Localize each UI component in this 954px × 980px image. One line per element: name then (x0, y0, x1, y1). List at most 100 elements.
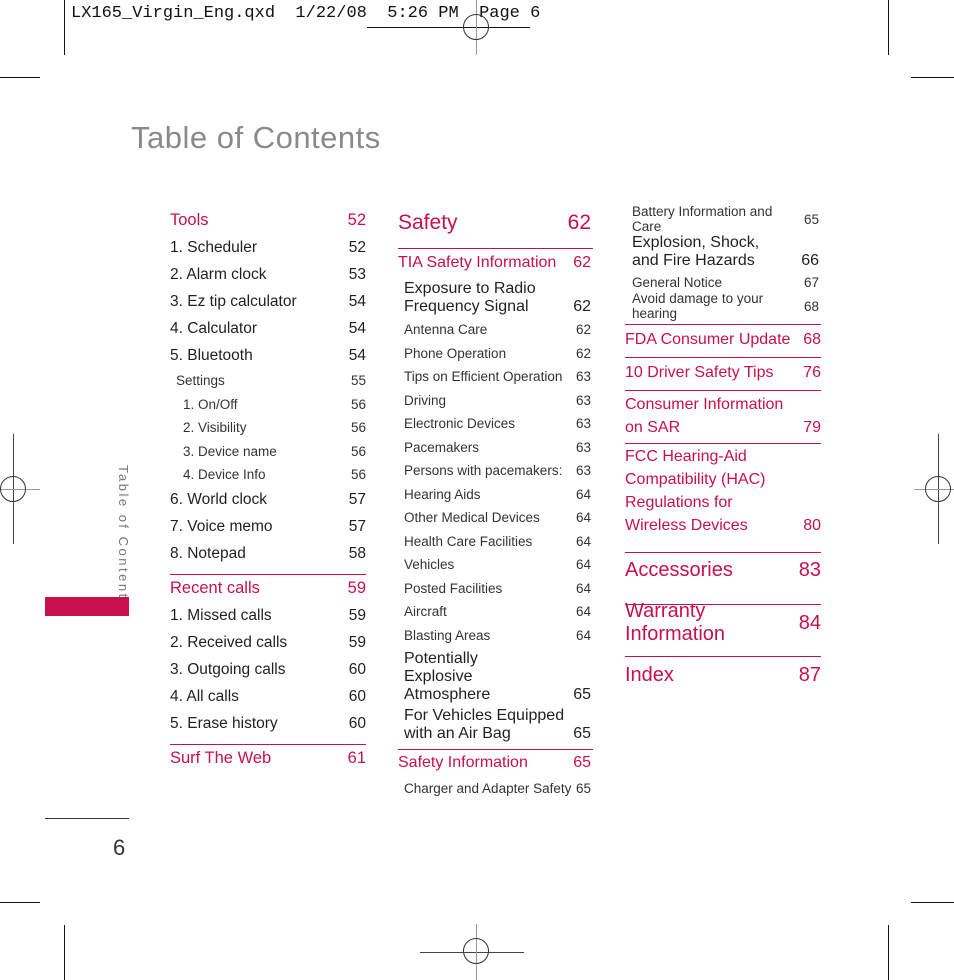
toc-page: 60 (348, 715, 366, 732)
toc-section-fda[interactable]: FDA Consumer Update 68 (625, 324, 821, 355)
toc-label: Pacemakers (404, 439, 480, 455)
toc-page: 54 (348, 292, 366, 310)
toc-page: 64 (575, 510, 591, 526)
toc-label: Safety (398, 211, 458, 234)
toc-item[interactable]: Other Medical Devices 64 (404, 506, 591, 530)
toc-page: 59 (348, 607, 366, 624)
toc-label: Consumer Information on SAR (625, 396, 784, 436)
toc-label: Blasting Areas (404, 627, 491, 643)
toc-page: 60 (348, 661, 366, 678)
toc-label: Aircraft (404, 604, 447, 620)
toc-label: Surf The Web (170, 749, 272, 767)
toc-page: 52 (348, 238, 366, 256)
toc-item[interactable]: Antenna Care 62 (404, 318, 591, 342)
toc-page: 76 (803, 364, 821, 381)
toc-item[interactable]: 4. Calculator 54 (170, 315, 366, 342)
toc-label: For Vehicles Equipped with an Air Bag (404, 707, 565, 742)
toc-item[interactable]: Hearing Aids 64 (404, 483, 591, 507)
toc-section-recent-calls[interactable]: Recent calls 59 (170, 573, 366, 603)
toc-page: 57 (348, 491, 366, 508)
toc-item[interactable]: Charger and Adapter Safety 65 (398, 776, 593, 800)
toc-label: Explosion, Shock, and Fire Hazards (632, 234, 760, 269)
toc-page: 64 (575, 486, 591, 502)
toc-item[interactable]: 2. Alarm clock 53 (170, 261, 366, 288)
toc-page: 84 (798, 611, 821, 634)
toc-label: Antenna Care (404, 322, 488, 338)
toc-subitem[interactable]: 1. On/Off 56 (170, 393, 366, 417)
toc-item[interactable]: Exposure to Radio Frequency Signal 62 (404, 280, 591, 316)
toc-chapter-accessories[interactable]: Accessories 83 (625, 552, 821, 587)
toc-label: Safety Information (398, 754, 528, 771)
toc-item[interactable]: For Vehicles Equipped with an Air Bag 65 (404, 707, 591, 743)
toc-item[interactable]: 4. All calls 60 (170, 684, 366, 711)
toc-section-fcc-hac[interactable]: FCC Hearing-Aid Compatibility (HAC) Regu… (625, 443, 821, 537)
toc-item[interactable]: 5. Bluetooth 54 (170, 342, 366, 369)
toc-item[interactable]: Avoid damage to your hearing 68 (632, 291, 819, 321)
toc-label: 5. Erase history (170, 715, 278, 732)
toc-item[interactable]: 8. Notepad 58 (170, 541, 366, 568)
toc-page: 52 (347, 210, 366, 229)
toc-page: 62 (575, 322, 591, 338)
toc-subitem[interactable]: Settings 55 (170, 369, 366, 393)
toc-item[interactable]: 7. Voice memo 57 (170, 514, 366, 541)
toc-label: Health Care Facilities (404, 533, 533, 549)
toc-item[interactable]: 5. Erase history 60 (170, 711, 366, 738)
toc-item[interactable]: Blasting Areas 64 (404, 624, 591, 648)
toc-item[interactable]: Health Care Facilities 64 (404, 530, 591, 554)
toc-item[interactable]: Phone Operation 62 (404, 342, 591, 366)
toc-label: 5. Bluetooth (170, 346, 253, 364)
toc-section-safety-information[interactable]: Safety Information 65 (398, 749, 593, 776)
toc-chapter-warranty[interactable]: Warranty Information 84 (625, 600, 821, 645)
toc-section-sar[interactable]: Consumer Information on SAR 79 (625, 390, 821, 443)
toc-item[interactable]: Tips on Efficient Operation 63 (404, 365, 591, 389)
toc-label: 4. All calls (170, 688, 239, 705)
toc-page: 63 (575, 463, 591, 479)
toc-page: 65 (573, 754, 591, 771)
toc-label: General Notice (632, 274, 723, 290)
toc-page: 59 (348, 634, 366, 651)
toc-subitem[interactable]: 4. Device Info 56 (170, 463, 366, 487)
toc-label: Vehicles (404, 557, 455, 573)
toc-section-driver-tips[interactable]: 10 Driver Safety Tips 76 (625, 357, 821, 388)
toc-page: 56 (350, 467, 366, 483)
toc-label: 6. World clock (170, 491, 268, 508)
toc-label: Index (625, 663, 674, 686)
toc-item[interactable]: 6. World clock 57 (170, 487, 366, 514)
toc-item[interactable]: Posted Facilities 64 (404, 577, 591, 601)
toc-item[interactable]: 3. Outgoing calls 60 (170, 657, 366, 684)
toc-subitem[interactable]: 2. Visibility 56 (170, 416, 366, 440)
toc-section-tools[interactable]: Tools 52 (170, 206, 366, 234)
toc-page: 64 (575, 557, 591, 573)
toc-column-1: Tools 52 1. Scheduler 52 2. Alarm clock 53… (170, 206, 366, 773)
toc-item[interactable]: Electronic Devices 63 (404, 412, 591, 436)
toc-page: 59 (347, 579, 366, 597)
toc-section-surf-the-web[interactable]: Surf The Web 61 (170, 743, 366, 773)
toc-item[interactable]: Vehicles 64 (404, 553, 591, 577)
toc-item[interactable]: Potentially Explosive Atmosphere 65 (404, 650, 591, 704)
toc-page: 62 (575, 345, 591, 361)
toc-label: 1. On/Off (183, 396, 238, 412)
toc-label: 3. Ez tip calculator (170, 292, 297, 310)
toc-item[interactable]: 2. Received calls 59 (170, 630, 366, 657)
page-number-rule (45, 818, 129, 819)
toc-item[interactable]: 3. Ez tip calculator 54 (170, 288, 366, 315)
toc-label: 1. Scheduler (170, 238, 258, 256)
toc-item[interactable]: Pacemakers 63 (404, 436, 591, 460)
side-tab-label: Table of Contents (116, 465, 131, 609)
toc-label: 2. Alarm clock (170, 265, 267, 283)
toc-item[interactable]: Battery Information and Care 65 (632, 204, 819, 234)
toc-chapter-safety[interactable]: Safety 62 (398, 206, 593, 240)
registration-mark-icon (0, 476, 26, 502)
toc-chapter-index[interactable]: Index 87 (625, 656, 821, 693)
toc-item[interactable]: Persons with pacemakers: 63 (404, 459, 591, 483)
toc-item[interactable]: 1. Scheduler 52 (170, 234, 366, 261)
toc-section-tia-safety[interactable]: TIA Safety Information 62 (398, 248, 593, 277)
toc-column-3: Battery Information and Care 65 Explosio… (625, 204, 821, 693)
toc-item[interactable]: Aircraft 64 (404, 600, 591, 624)
toc-item[interactable]: Driving 63 (404, 389, 591, 413)
toc-item[interactable]: Explosion, Shock, and Fire Hazards 66 (632, 234, 819, 270)
registration-mark-icon (925, 476, 951, 502)
toc-item[interactable]: 1. Missed calls 59 (170, 603, 366, 630)
toc-subitem[interactable]: 3. Device name 56 (170, 440, 366, 464)
toc-page: 79 (803, 419, 821, 436)
